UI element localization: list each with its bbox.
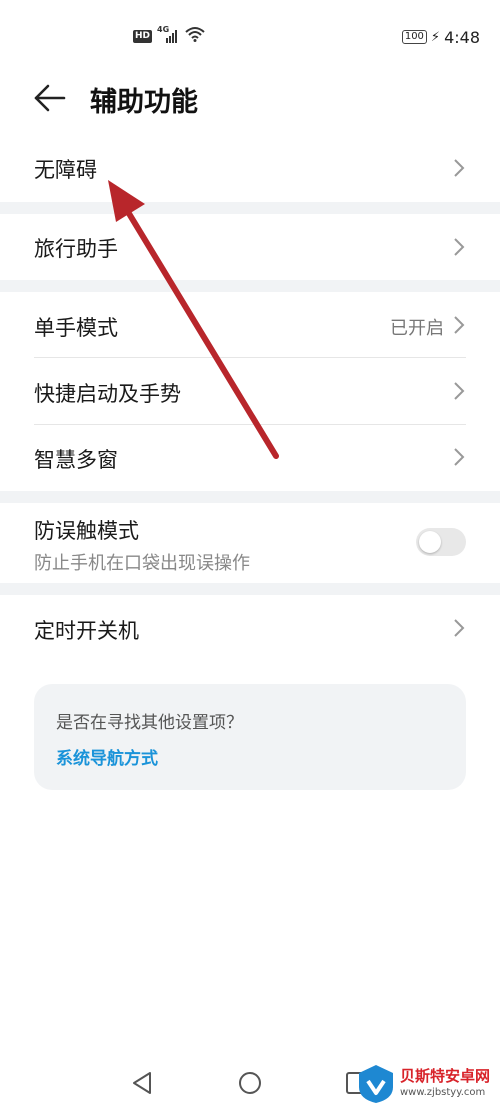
back-button[interactable] bbox=[28, 76, 72, 120]
back-arrow-icon bbox=[34, 84, 66, 112]
settings-item-one-hand-mode[interactable]: 单手模式 已开启 bbox=[0, 292, 500, 358]
battery-level: 100 bbox=[404, 31, 424, 42]
pocket-mode-toggle[interactable] bbox=[416, 528, 466, 556]
section-gap bbox=[0, 491, 500, 503]
chevron-right-icon bbox=[454, 316, 465, 334]
clock: 4:48 bbox=[444, 27, 480, 47]
settings-item-smart-multiwindow[interactable]: 智慧多窗 bbox=[0, 425, 500, 491]
signal-icon: 4G bbox=[157, 25, 179, 44]
status-right: 100 ⚡ 4:48 bbox=[401, 26, 480, 48]
settings-item-label: 无障碍 bbox=[34, 158, 97, 182]
settings-item-label: 快捷启动及手势 bbox=[34, 382, 181, 406]
section-gap bbox=[0, 202, 500, 214]
toggle-knob bbox=[419, 531, 441, 553]
battery-icon: 100 bbox=[401, 30, 427, 44]
page-title: 辅助功能 bbox=[90, 87, 198, 118]
nav-back-button[interactable] bbox=[128, 1068, 158, 1098]
system-navigation-link[interactable]: 系统导航方式 bbox=[56, 744, 158, 769]
settings-item-accessibility[interactable]: 无障碍 bbox=[0, 136, 500, 200]
chevron-right-icon bbox=[454, 238, 465, 256]
settings-item-scheduled-power[interactable]: 定时开关机 bbox=[0, 595, 500, 661]
chevron-right-icon bbox=[454, 619, 465, 637]
chevron-right-icon bbox=[454, 448, 465, 466]
page-header: 辅助功能 bbox=[0, 72, 500, 124]
charging-icon: ⚡ bbox=[430, 29, 441, 45]
hd-badge: HD bbox=[133, 29, 153, 43]
settings-item-label: 旅行助手 bbox=[34, 237, 118, 261]
settings-item-shortcuts-gestures[interactable]: 快捷启动及手势 bbox=[0, 358, 500, 424]
site-watermark: 贝斯特安卓网 www.zjbstyy.com bbox=[356, 1063, 496, 1107]
settings-item-pocket-mode: 防误触模式 防止手机在口袋出现误操作 bbox=[0, 503, 500, 583]
section-gap bbox=[0, 583, 500, 595]
watermark-logo-icon bbox=[359, 1065, 393, 1103]
settings-item-label: 定时开关机 bbox=[34, 619, 139, 643]
watermark-name: 贝斯特安卓网 bbox=[400, 1067, 491, 1085]
settings-item-label: 防误触模式 bbox=[34, 519, 139, 543]
wifi-icon bbox=[184, 26, 206, 46]
suggestion-question: 是否在寻找其他设置项？ bbox=[56, 713, 243, 733]
status-icons: HD 4G bbox=[133, 25, 206, 46]
settings-item-value: 已开启 bbox=[390, 318, 444, 339]
chevron-right-icon bbox=[454, 382, 465, 400]
settings-item-travel-assistant[interactable]: 旅行助手 bbox=[0, 214, 500, 280]
settings-item-description: 防止手机在口袋出现误操作 bbox=[34, 553, 250, 574]
section-gap bbox=[0, 280, 500, 292]
settings-item-label: 智慧多窗 bbox=[34, 448, 118, 472]
nav-home-button[interactable] bbox=[235, 1068, 265, 1098]
settings-item-label: 单手模式 bbox=[34, 316, 118, 340]
suggestion-card: 是否在寻找其他设置项？ 系统导航方式 bbox=[34, 684, 466, 790]
chevron-right-icon bbox=[454, 159, 465, 177]
status-bar: HD 4G 100 ⚡ 4:48 bbox=[0, 0, 500, 70]
watermark-url: www.zjbstyy.com bbox=[400, 1087, 486, 1098]
